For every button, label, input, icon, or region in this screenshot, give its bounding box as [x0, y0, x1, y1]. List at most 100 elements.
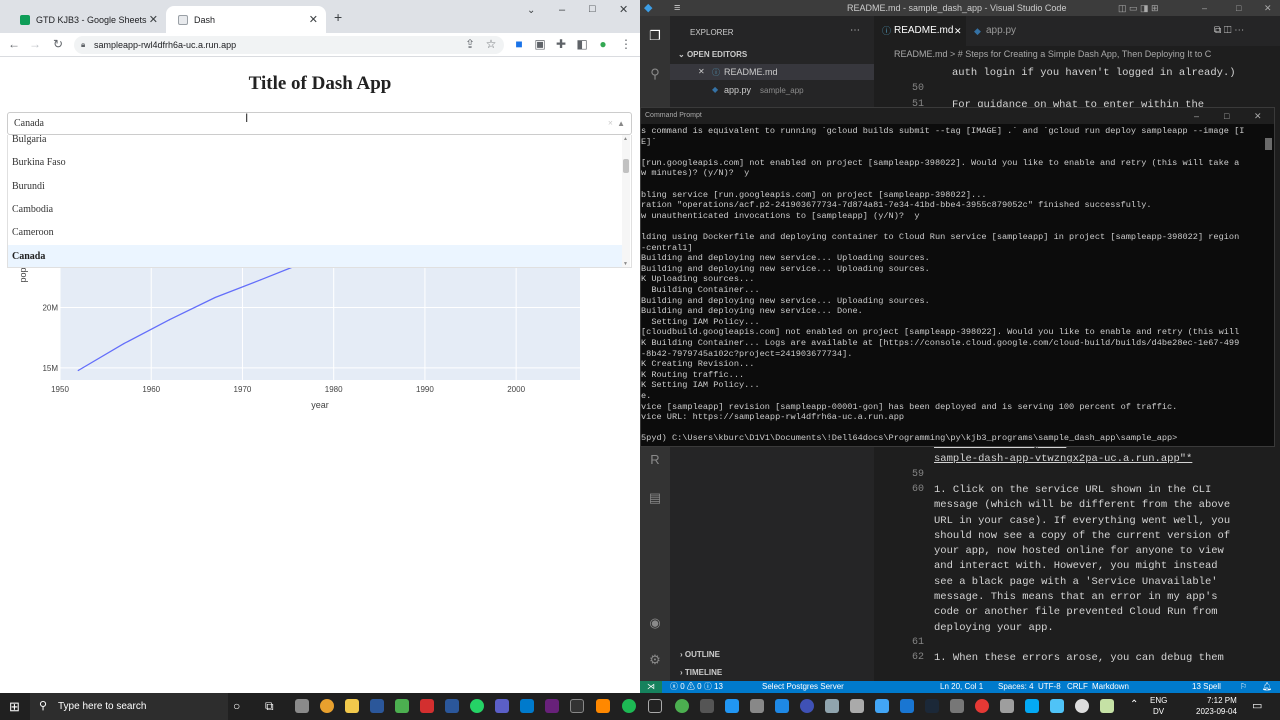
app-icon[interactable]: [800, 699, 814, 713]
spotify-icon[interactable]: [622, 699, 636, 713]
cortana-icon[interactable]: ○: [233, 699, 240, 713]
more-actions-icon[interactable]: ⋯: [850, 25, 860, 36]
encoding[interactable]: UTF-8: [1038, 681, 1061, 693]
app-icon[interactable]: [775, 699, 789, 713]
outline-section[interactable]: › OUTLINE: [680, 650, 720, 659]
folder-icon[interactable]: [345, 699, 359, 713]
app-icon[interactable]: [1075, 699, 1089, 713]
spell-check[interactable]: 13 Spell: [1192, 681, 1221, 693]
open-editor-item[interactable]: ◆ app.py sample_app: [670, 82, 874, 98]
app-icon[interactable]: [950, 699, 964, 713]
tab-app-py[interactable]: ◆ app.py: [966, 16, 1046, 46]
maximize-icon[interactable]: □: [1236, 0, 1241, 16]
chevron-up-icon[interactable]: ▲: [617, 113, 625, 134]
remote-icon[interactable]: ⋊: [640, 681, 662, 693]
gear-icon[interactable]: ⚙: [647, 652, 663, 668]
close-window-icon[interactable]: ✕: [1264, 0, 1272, 16]
app-icon[interactable]: [750, 699, 764, 713]
line-ending[interactable]: CRLF: [1067, 681, 1088, 693]
notifications-icon[interactable]: 🔔︎: [1262, 681, 1272, 693]
tab-google-sheets[interactable]: GTD KJB3 - Google Sheets ✕: [8, 6, 166, 33]
dropdown-option[interactable]: Bulgaria: [8, 135, 624, 151]
problems-indicator[interactable]: ⓧ 0 ⚠ 0 ⓘ 13: [670, 681, 723, 693]
app-icon[interactable]: [675, 699, 689, 713]
vscode-icon[interactable]: [520, 699, 534, 713]
clear-icon[interactable]: ×: [608, 113, 613, 134]
layout-icon[interactable]: ◫ ▭ ◨ ⊞: [1118, 0, 1159, 16]
teams-icon[interactable]: [495, 699, 509, 713]
cmd-scrollbar-thumb[interactable]: [1265, 138, 1272, 150]
puzzle-icon[interactable]: ✚: [553, 37, 569, 51]
tab-readme[interactable]: ⓘ README.md ✕: [874, 16, 966, 46]
scroll-down-icon[interactable]: ▼: [623, 261, 628, 267]
feedback-icon[interactable]: ⚐: [1240, 681, 1247, 693]
sidepanel-icon[interactable]: ◧: [574, 37, 590, 51]
app-icon[interactable]: [1050, 699, 1064, 713]
menu-dots-icon[interactable]: ⋮: [618, 37, 634, 51]
minimize-icon[interactable]: –: [1194, 108, 1199, 124]
dropdown-option[interactable]: Burundi: [8, 175, 624, 198]
avatar[interactable]: ●: [595, 37, 611, 51]
app-icon[interactable]: [875, 699, 889, 713]
maximize-icon[interactable]: □: [589, 3, 596, 15]
region-indicator[interactable]: DV: [1153, 707, 1164, 716]
notification-center-icon[interactable]: ▭: [1252, 699, 1262, 712]
explorer-icon[interactable]: ❐: [647, 28, 663, 44]
postgres-select[interactable]: Select Postgres Server: [762, 681, 844, 693]
app-icon[interactable]: [1100, 699, 1114, 713]
timeline-section[interactable]: › TIMELINE: [680, 668, 722, 677]
app-icon[interactable]: [850, 699, 864, 713]
language-indicator[interactable]: ENG: [1150, 696, 1167, 705]
open-editor-item[interactable]: ✕ ⓘ README.md: [670, 64, 874, 80]
indentation[interactable]: Spaces: 4: [998, 681, 1034, 693]
search-icon[interactable]: ⚲: [647, 66, 663, 82]
pdf-icon[interactable]: [420, 699, 434, 713]
account-icon[interactable]: ◉: [647, 615, 663, 631]
bookmark-star-icon[interactable]: ☆: [483, 37, 499, 51]
maximize-icon[interactable]: □: [1224, 108, 1229, 124]
country-dropdown[interactable]: Canada × ▲: [7, 112, 632, 135]
chrome-icon[interactable]: [320, 699, 334, 713]
terminal-icon[interactable]: [570, 699, 584, 713]
app-icon[interactable]: [370, 699, 384, 713]
windows-start-icon[interactable]: ⊞: [9, 699, 20, 715]
clock-date[interactable]: 2023-09-04: [1196, 707, 1237, 716]
steam-icon[interactable]: [925, 699, 939, 713]
chevron-down-icon[interactable]: ⌄: [527, 5, 535, 16]
share-icon[interactable]: ⇪: [462, 37, 478, 51]
whatsapp-icon[interactable]: [470, 699, 484, 713]
visual-studio-icon[interactable]: [545, 699, 559, 713]
app-icon[interactable]: [1000, 699, 1014, 713]
close-icon[interactable]: ✕: [309, 13, 318, 26]
cmd-icon[interactable]: [648, 699, 662, 713]
dropdown-scrollbar[interactable]: ▲ ▼: [622, 135, 630, 267]
dropdown-option[interactable]: Cambodia: [8, 198, 624, 221]
forward-icon[interactable]: →: [27, 37, 43, 51]
app-icon[interactable]: [395, 699, 409, 713]
clock-time[interactable]: 7:12 PM: [1207, 696, 1237, 705]
extension-icon[interactable]: ▣: [532, 37, 548, 51]
dropdown-option-selected[interactable]: Canada: [8, 245, 624, 267]
close-window-icon[interactable]: ✕: [1254, 108, 1262, 124]
extension-icon[interactable]: ■: [511, 37, 527, 51]
app-icon[interactable]: [975, 699, 989, 713]
close-icon[interactable]: ✕: [698, 67, 705, 76]
panel-icon[interactable]: ▤: [647, 490, 663, 506]
app-icon[interactable]: [825, 699, 839, 713]
r-icon[interactable]: R: [647, 452, 663, 468]
app-icon[interactable]: [725, 699, 739, 713]
app-icon[interactable]: [295, 699, 309, 713]
cursor-position[interactable]: Ln 20, Col 1: [940, 681, 983, 693]
minimize-icon[interactable]: –: [559, 4, 565, 16]
split-editor-icon[interactable]: ⧉ ◫ ⋯: [1214, 25, 1244, 36]
word-icon[interactable]: [445, 699, 459, 713]
zoom-icon[interactable]: [900, 699, 914, 713]
dropdown-option[interactable]: Burkina Faso: [8, 151, 624, 174]
hamburger-menu-icon[interactable]: ≡: [674, 0, 680, 16]
close-icon[interactable]: ✕: [954, 16, 962, 46]
tab-dash[interactable]: Dash ✕: [166, 6, 326, 33]
close-icon[interactable]: ✕: [149, 13, 158, 26]
tray-chevron-icon[interactable]: ⌃: [1130, 699, 1138, 710]
back-icon[interactable]: ←: [6, 37, 22, 51]
scroll-up-icon[interactable]: ▲: [623, 136, 628, 142]
